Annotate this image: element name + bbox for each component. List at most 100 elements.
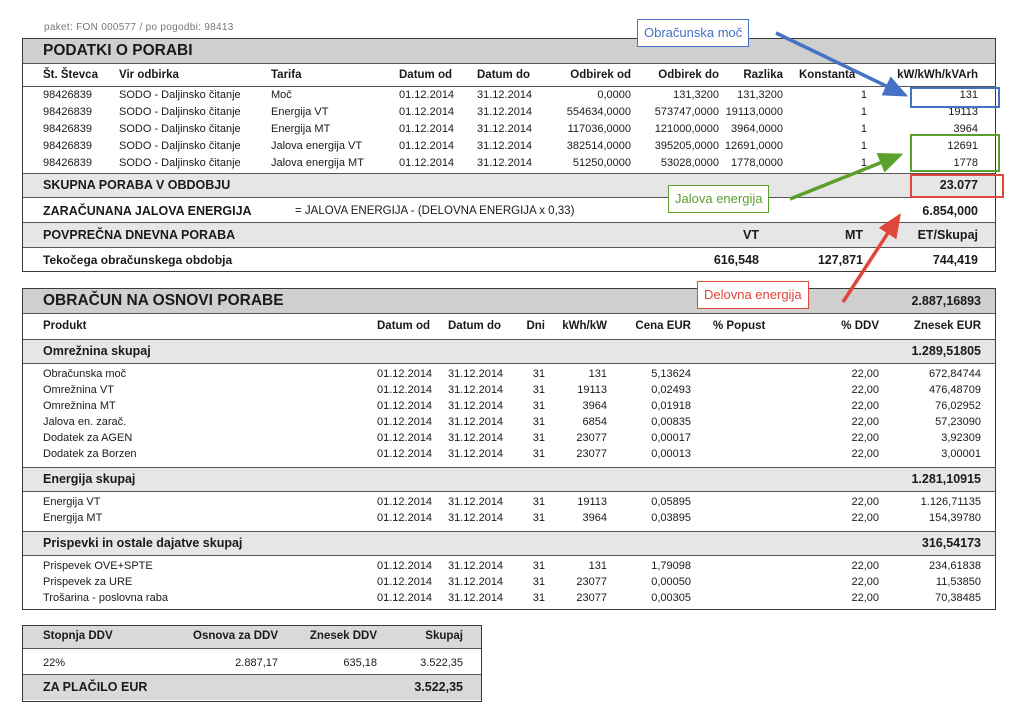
consumption-cell: 01.12.2014 xyxy=(399,106,455,118)
current-vt: 616,548 xyxy=(713,253,759,267)
billing-cell: Prispevek za URE xyxy=(43,576,133,588)
billing-cell: Jalova en. zarač. xyxy=(43,416,127,428)
vat-col-base: Osnova za DDV xyxy=(193,630,278,642)
billing-cell: 23077 xyxy=(576,432,607,444)
billing-cell: 0,00013 xyxy=(651,448,691,460)
col-read-from: Odbirek od xyxy=(570,69,631,81)
total-label: SKUPNA PORABA V OBDOBJU xyxy=(43,178,231,192)
col-unit: kW/kWh/kVArh xyxy=(897,69,978,81)
consumption-cell: Jalova energija MT xyxy=(271,157,364,169)
billing-cell: 672,84744 xyxy=(929,368,981,380)
billing-cell: 22,00 xyxy=(851,448,879,460)
billing-cell: Energija MT xyxy=(43,512,103,524)
billing-cell: 31 xyxy=(532,368,545,380)
billing-cell: Dodatek za AGEN xyxy=(43,432,133,444)
col-date-to: Datum do xyxy=(477,69,531,81)
billing-cell: 31.12.2014 xyxy=(448,512,504,524)
vat-col-rate: Stopnja DDV xyxy=(43,630,113,642)
consumption-cell: 554634,0000 xyxy=(566,106,631,118)
vat-col-vat: Znesek DDV xyxy=(309,630,377,642)
consumption-cell: 98426839 xyxy=(43,140,92,152)
consumption-cell: 51250,0000 xyxy=(572,157,631,169)
highlight-power xyxy=(910,87,1000,108)
bcol-kwh: kWh/kW xyxy=(562,320,607,332)
billing-cell: 31 xyxy=(532,448,545,460)
billing-cell: 31.12.2014 xyxy=(448,416,504,428)
billing-group-band: Energija skupaj 1.281,10915 xyxy=(23,468,995,491)
billing-cell: 31.12.2014 xyxy=(448,496,504,508)
billing-cell: 01.12.2014 xyxy=(377,448,433,460)
consumption-cell: 3964,0000 xyxy=(731,123,783,135)
highlight-reactive xyxy=(910,134,1000,172)
consumption-cell: 01.12.2014 xyxy=(399,157,455,169)
billing-cell: 6854 xyxy=(582,416,607,428)
billing-panel: OBRAČUN NA OSNOVI PORABE 2.887,16893 Pro… xyxy=(22,288,996,610)
consumption-cell: 01.12.2014 xyxy=(399,89,455,101)
bcol-price: Cena EUR xyxy=(635,320,691,332)
col-source: Vir odbirka xyxy=(119,69,179,81)
consumption-cell: 0,0000 xyxy=(597,89,631,101)
reactive-label: ZARAČUNANA JALOVA ENERGIJA xyxy=(43,204,252,218)
billing-cell: 3,92309 xyxy=(941,432,981,444)
vat-base: 2.887,17 xyxy=(235,657,278,669)
billing-cell: 31 xyxy=(532,512,545,524)
billing-cell: 0,00305 xyxy=(651,592,691,604)
consumption-title: PODATKI O PORABI xyxy=(43,42,193,59)
consumption-cell: 31.12.2014 xyxy=(477,106,533,118)
avg-band: POVPREČNA DNEVNA PORABA VT MT ET/Skupaj xyxy=(23,223,995,247)
billing-cell: Energija VT xyxy=(43,496,101,508)
billing-cell: 01.12.2014 xyxy=(377,496,433,508)
billing-cell: 22,00 xyxy=(851,384,879,396)
billing-cell: 234,61838 xyxy=(929,560,981,572)
avg-col-vt: VT xyxy=(743,228,759,242)
billing-cell: 22,00 xyxy=(851,560,879,572)
consumption-cell: 395205,0000 xyxy=(654,140,719,152)
billing-cell: 31.12.2014 xyxy=(448,400,504,412)
consumption-title-bar: PODATKI O PORABI xyxy=(23,39,995,63)
consumption-cell: 382514,0000 xyxy=(566,140,631,152)
consumption-cell: 117036,0000 xyxy=(567,123,631,135)
billing-cell: 31 xyxy=(532,416,545,428)
billing-cell: 0,00835 xyxy=(651,416,691,428)
billing-cell: 31.12.2014 xyxy=(448,560,504,572)
consumption-cell: 1 xyxy=(860,89,867,101)
vat-rate: 22% xyxy=(43,657,66,669)
consumption-cell: 31.12.2014 xyxy=(477,123,533,135)
billing-cell: 22,00 xyxy=(851,432,879,444)
billing-cell: 0,02493 xyxy=(651,384,691,396)
billing-cell: 23077 xyxy=(576,592,607,604)
billing-cell: 22,00 xyxy=(851,368,879,380)
billing-cell: 5,13624 xyxy=(651,368,691,380)
billing-group-total: 1.281,10915 xyxy=(911,472,981,486)
billing-cell: 01.12.2014 xyxy=(377,368,433,380)
billing-cell: 23077 xyxy=(576,576,607,588)
billing-cell: Dodatek za Borzen xyxy=(43,448,137,460)
vat-total: 3.522,35 xyxy=(420,657,463,669)
billing-cell: 154,39780 xyxy=(929,512,981,524)
billing-cell: Omrežnina VT xyxy=(43,384,114,396)
consumption-cell: 98426839 xyxy=(43,106,92,118)
billing-cell: 70,38485 xyxy=(935,592,981,604)
vat-header-row: Stopnja DDV Osnova za DDV Znesek DDV Sku… xyxy=(23,626,481,648)
consumption-cell: 1 xyxy=(860,157,867,169)
vat-col-total: Skupaj xyxy=(425,630,463,642)
billing-cell: 31.12.2014 xyxy=(448,592,504,604)
col-date-from: Datum od xyxy=(399,69,453,81)
avg-label: POVPREČNA DNEVNA PORABA xyxy=(43,228,236,242)
billing-group-band: Omrežnina skupaj 1.289,51805 xyxy=(23,340,995,363)
consumption-cell: 01.12.2014 xyxy=(399,140,455,152)
clipped-header-text: paket: FON 000577 / po pogodbi: 98413 xyxy=(44,22,234,33)
billing-cell: 31 xyxy=(532,592,545,604)
billing-cell: 0,00050 xyxy=(651,576,691,588)
vat-panel: Stopnja DDV Osnova za DDV Znesek DDV Sku… xyxy=(22,625,482,702)
billing-cell: 22,00 xyxy=(851,576,879,588)
consumption-cell: SODO - Daljinsko čitanje xyxy=(119,140,241,152)
billing-group-name: Prispevki in ostale dajatve skupaj xyxy=(43,536,243,550)
bcol-discount: % Popust xyxy=(713,320,766,332)
billing-cell: 3,00001 xyxy=(941,448,981,460)
col-tariff: Tarifa xyxy=(271,69,302,81)
billing-cell: 22,00 xyxy=(851,400,879,412)
consumption-cell: SODO - Daljinsko čitanje xyxy=(119,106,241,118)
billing-cell: 31 xyxy=(532,496,545,508)
pay-value: 3.522,35 xyxy=(414,680,463,694)
